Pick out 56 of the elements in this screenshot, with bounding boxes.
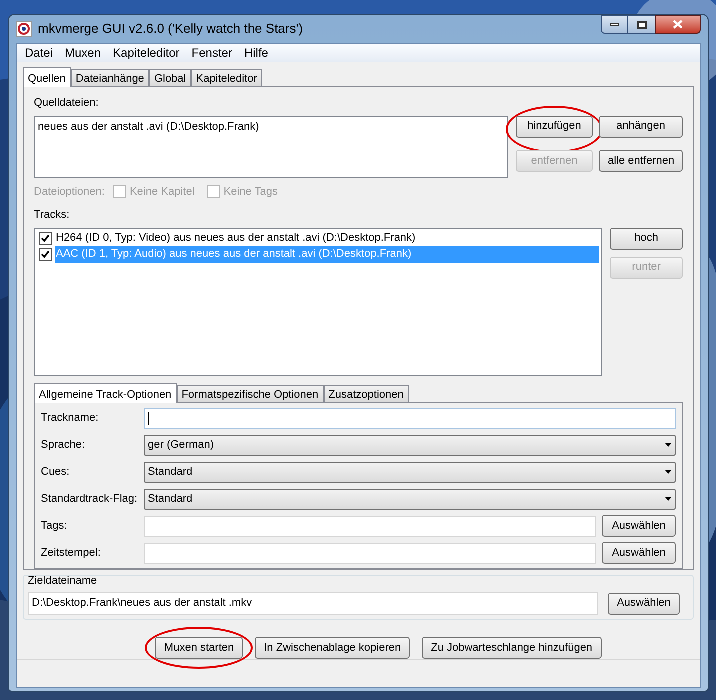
section-label: Tracks: (34, 208, 71, 223)
menu-item[interactable]: Kapiteleditor (107, 44, 186, 62)
tab[interactable]: Kapiteleditor (191, 69, 262, 86)
button[interactable]: Auswählen (602, 542, 676, 564)
tab[interactable]: Formatspezifische Optionen (176, 384, 324, 402)
checkbox[interactable] (39, 232, 52, 245)
menu-item[interactable]: Datei (19, 44, 60, 62)
input-field[interactable] (144, 408, 676, 428)
file-list-item[interactable]: neues aus der anstalt .avi (D:\Desktop.Frank) (38, 118, 504, 135)
field-label: Trackname: (41, 410, 100, 426)
app-icon (16, 21, 32, 37)
dropdown-arrow-icon (665, 470, 672, 474)
button[interactable]: Muxen starten (155, 637, 244, 659)
tab[interactable]: Allgemeine Track-Optionen (34, 382, 177, 402)
menu-item[interactable]: Fenster (186, 44, 238, 62)
section-label: Zieldateiname (28, 575, 98, 588)
dropdown[interactable]: Standard (144, 462, 676, 482)
field-label: Zeitstempel: (41, 546, 102, 561)
field-label: Cues: (41, 464, 71, 480)
input-field[interactable] (144, 516, 596, 536)
window-title: mkvmerge GUI v2.6.0 ('Kelly watch the Stars') (38, 20, 304, 38)
file-list[interactable]: neues aus der anstalt .avi (D:\Desktop.Frank) (34, 116, 508, 178)
field-label: Sprache: (41, 438, 86, 453)
maximize-button[interactable] (628, 15, 655, 34)
input-field[interactable] (144, 542, 596, 564)
field-label: Standardtrack-Flag: (41, 492, 139, 507)
button[interactable]: hoch (610, 228, 683, 250)
dropdown[interactable]: ger (German) (144, 434, 676, 456)
close-button[interactable] (655, 15, 701, 34)
tab[interactable]: Zusatzoptionen (324, 384, 409, 402)
checkbox-label: Keine Tags (224, 184, 278, 200)
tab[interactable]: Quellen (23, 67, 71, 87)
button[interactable]: In Zwischenablage kopieren (255, 637, 410, 659)
tab[interactable]: Dateianhänge (70, 69, 150, 86)
checkbox-label: Keine Kapitel (130, 184, 195, 200)
dropdown-arrow-icon (665, 443, 672, 447)
track-list[interactable]: H264 (ID 0, Typ: Video) aus neues aus der anstalt .avi (D:\Desktop.Frank) AAC (ID 1, Typ: Audio) aus neues aus der anstalt .avi (D:\Desktop.Frank) (34, 228, 602, 376)
field-label: Dateioptionen: (34, 184, 105, 200)
menu-item[interactable]: Hilfe (238, 44, 274, 62)
button[interactable]: Auswählen (602, 515, 676, 537)
track-item[interactable]: H264 (ID 0, Typ: Video) aus neues aus der anstalt .avi (D:\Desktop.Frank) (55, 230, 600, 247)
tab[interactable]: Global (149, 69, 192, 86)
section-label: Quelldateien: (34, 96, 100, 111)
button[interactable]: alle entfernen (599, 150, 683, 172)
close-icon (673, 20, 683, 29)
button[interactable]: Auswählen (608, 592, 680, 614)
input-field[interactable]: D:\Desktop.Frank\neues aus der anstalt .mkv (28, 592, 598, 615)
dropdown[interactable]: Standard (144, 488, 676, 510)
field-label: Tags: (41, 518, 68, 534)
button[interactable]: anhängen (599, 116, 683, 138)
checkbox[interactable] (39, 248, 52, 261)
menu-item[interactable]: Muxen (59, 44, 108, 62)
minimize-button[interactable] (601, 15, 628, 34)
dropdown-arrow-icon (665, 497, 672, 501)
button[interactable]: Zu Jobwarteschlange hinzufügen (422, 637, 602, 659)
button[interactable]: hinzufügen (516, 116, 593, 138)
